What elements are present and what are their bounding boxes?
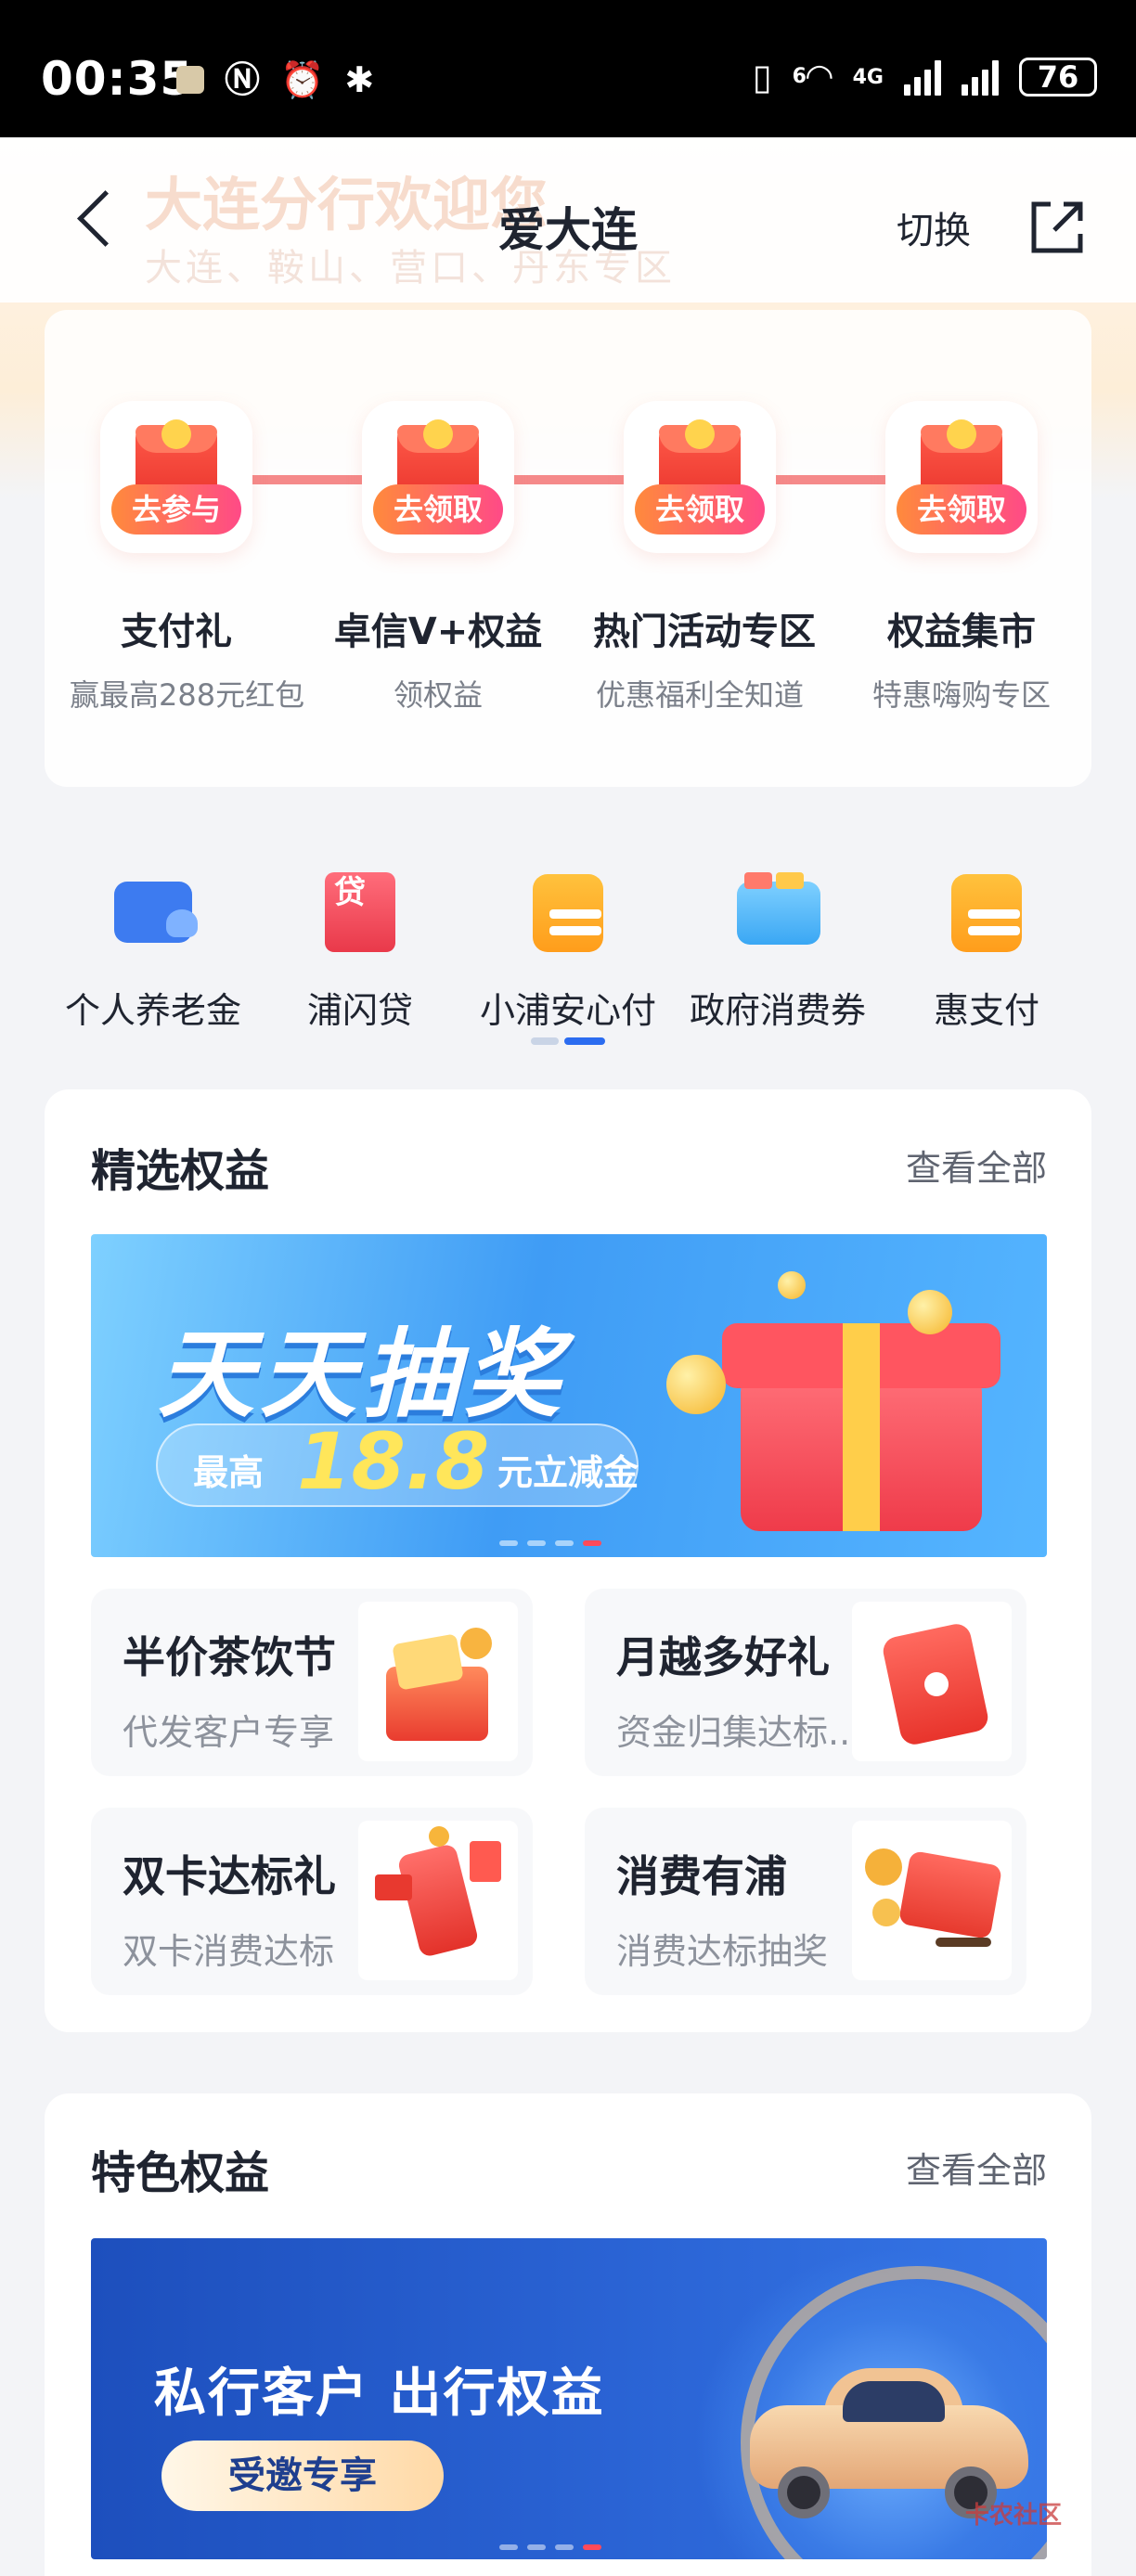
activity-desc: 优惠福利全知道 bbox=[595, 677, 804, 713]
tile-desc: 消费达标抽奖 bbox=[616, 1931, 829, 1972]
signal-icon bbox=[904, 58, 941, 96]
activity-desc: 特惠嗨购专区 bbox=[871, 677, 1051, 713]
activity-tag: 去领取 bbox=[897, 484, 1026, 535]
card-icon bbox=[523, 869, 613, 958]
bluetooth-icon: ✱ bbox=[344, 59, 375, 100]
special-rights-title: 特色权益 bbox=[91, 2147, 270, 2199]
alarm-icon: ⏰ bbox=[280, 59, 325, 100]
red-packet-icon bbox=[852, 1602, 1012, 1761]
activity-tag: 去领取 bbox=[635, 484, 765, 535]
activity-name: 权益集市 bbox=[887, 611, 1036, 653]
wallet-heart-icon bbox=[109, 869, 198, 958]
gift-box-icon bbox=[722, 1323, 1000, 1531]
tile-desc: 资金归集达标... bbox=[616, 1712, 862, 1753]
banner-prefix: 最高 bbox=[193, 1452, 265, 1493]
nfc-icon: Ⓝ bbox=[225, 59, 261, 100]
car-icon bbox=[741, 2340, 1038, 2518]
phone-gift-icon bbox=[358, 1821, 518, 1980]
status-bar: 00:35 Ⓝ ⏰ ✱ ▯ 6◠ 4G 76 bbox=[0, 0, 1136, 137]
status-time: 00:35 bbox=[41, 52, 194, 106]
quick-entry-pager bbox=[531, 1037, 605, 1045]
activity-name: 支付礼 bbox=[121, 611, 232, 653]
coin-icon bbox=[666, 1355, 726, 1414]
special-view-all-link[interactable]: 查看全部 bbox=[906, 2142, 1047, 2193]
coin-icon bbox=[778, 1271, 806, 1299]
tile-title: 双卡达标礼 bbox=[123, 1851, 336, 1901]
quick-entry-label: 小浦安心付 bbox=[479, 990, 656, 1031]
tile-title: 半价茶饮节 bbox=[123, 1632, 336, 1682]
tile-title: 月越多好礼 bbox=[616, 1632, 830, 1682]
quick-entry-loan[interactable]: 贷 浦闪贷 bbox=[253, 869, 467, 1033]
vibrate-icon: ▯ bbox=[752, 57, 772, 97]
banner-suffix: 元立减金 bbox=[497, 1452, 639, 1493]
quick-entry-pension[interactable]: 个人养老金 bbox=[46, 869, 260, 1033]
quick-entry-hui-pay[interactable]: 惠支付 bbox=[880, 869, 1093, 1033]
activity-tag: 去参与 bbox=[111, 484, 241, 535]
featured-view-all-link[interactable]: 查看全部 bbox=[906, 1140, 1047, 1191]
quick-entry-label: 惠支付 bbox=[933, 990, 1039, 1031]
quick-entry-label: 政府消费券 bbox=[689, 990, 866, 1031]
lottery-banner[interactable]: 天天抽奖 最高 18.8 元立减金 bbox=[91, 1234, 1047, 1557]
notification-icon bbox=[176, 66, 204, 94]
coin-icon bbox=[908, 1290, 952, 1334]
share-icon bbox=[1031, 201, 1083, 253]
activity-tag: 去领取 bbox=[373, 484, 503, 535]
tile-desc: 代发客户专享 bbox=[123, 1712, 335, 1753]
activity-item-hot-events[interactable]: 去领取 热门活动专区 优惠福利全知道 bbox=[593, 401, 816, 715]
quick-entry-label: 个人养老金 bbox=[64, 990, 241, 1031]
rights-tile-spending[interactable]: 消费有浦 消费达标抽奖 bbox=[585, 1808, 1026, 1995]
invite-only-button[interactable]: 受邀专享 bbox=[161, 2441, 444, 2511]
banner-amount: 18.8 bbox=[297, 1416, 490, 1507]
red-envelope-icon: 去领取 bbox=[624, 401, 776, 553]
wifi-icon: 6◠ bbox=[792, 58, 833, 96]
banner-pager bbox=[499, 2544, 601, 2550]
featured-rights-title: 精选权益 bbox=[91, 1145, 270, 1197]
card-icon bbox=[942, 869, 1031, 958]
banner-pager bbox=[499, 1540, 601, 1546]
battery-icon: 76 bbox=[1019, 58, 1097, 97]
status-left-icons: Ⓝ ⏰ ✱ bbox=[176, 61, 374, 98]
rights-tile-monthly-gift[interactable]: 月越多好礼 资金归集达标... bbox=[585, 1589, 1026, 1776]
signal-icon-2 bbox=[962, 58, 999, 96]
rights-tile-dual-card[interactable]: 双卡达标礼 双卡消费达标 bbox=[91, 1808, 533, 1995]
status-right-icons: ▯ 6◠ 4G 76 bbox=[753, 58, 1097, 97]
wifi-badge: 6 bbox=[792, 65, 807, 88]
activity-name: 热门活动专区 bbox=[593, 611, 816, 653]
battery-level: 76 bbox=[1037, 59, 1079, 95]
activity-name: 卓信V+权益 bbox=[333, 611, 543, 653]
red-envelope-icon: 去领取 bbox=[885, 401, 1038, 553]
banner-headline: 私行客户 出行权益 bbox=[154, 2363, 605, 2424]
switch-button[interactable]: 切换 bbox=[897, 200, 971, 254]
loan-glyph: 贷 bbox=[325, 872, 395, 952]
tile-desc: 双卡消费达标 bbox=[123, 1931, 335, 1972]
rights-tile-tea[interactable]: 半价茶饮节 代发客户专享 bbox=[91, 1589, 533, 1776]
red-envelope-icon: 去参与 bbox=[100, 401, 252, 553]
quick-entry-safe-pay[interactable]: 小浦安心付 bbox=[461, 869, 675, 1033]
activity-item-rights-market[interactable]: 去领取 权益集市 特惠嗨购专区 bbox=[855, 401, 1068, 715]
share-button[interactable] bbox=[1026, 197, 1086, 256]
tea-gift-icon bbox=[358, 1602, 518, 1761]
tile-title: 消费有浦 bbox=[616, 1851, 787, 1901]
activity-desc: 领权益 bbox=[393, 677, 483, 713]
activity-item-vplus[interactable]: 去领取 卓信V+权益 领权益 bbox=[331, 401, 545, 715]
loan-icon: 贷 bbox=[316, 869, 405, 958]
envelope-coins-icon bbox=[852, 1821, 1012, 1980]
watermark: 卡农社区 bbox=[965, 2502, 1063, 2530]
voucher-wallet-icon bbox=[733, 869, 822, 958]
red-envelope-icon: 去领取 bbox=[362, 401, 514, 553]
quick-entry-label: 浦闪贷 bbox=[306, 990, 413, 1031]
quick-entry-gov-voucher[interactable]: 政府消费券 bbox=[671, 869, 884, 1033]
banner-headline: 天天抽奖 bbox=[158, 1318, 567, 1431]
private-travel-banner[interactable]: 私行客户 出行权益 受邀专享 bbox=[91, 2238, 1047, 2559]
activity-desc: 赢最高288元红包 bbox=[70, 677, 305, 713]
activity-item-payment-gift[interactable]: 去参与 支付礼 赢最高288元红包 bbox=[70, 401, 305, 715]
network-type: 4G bbox=[852, 65, 884, 89]
